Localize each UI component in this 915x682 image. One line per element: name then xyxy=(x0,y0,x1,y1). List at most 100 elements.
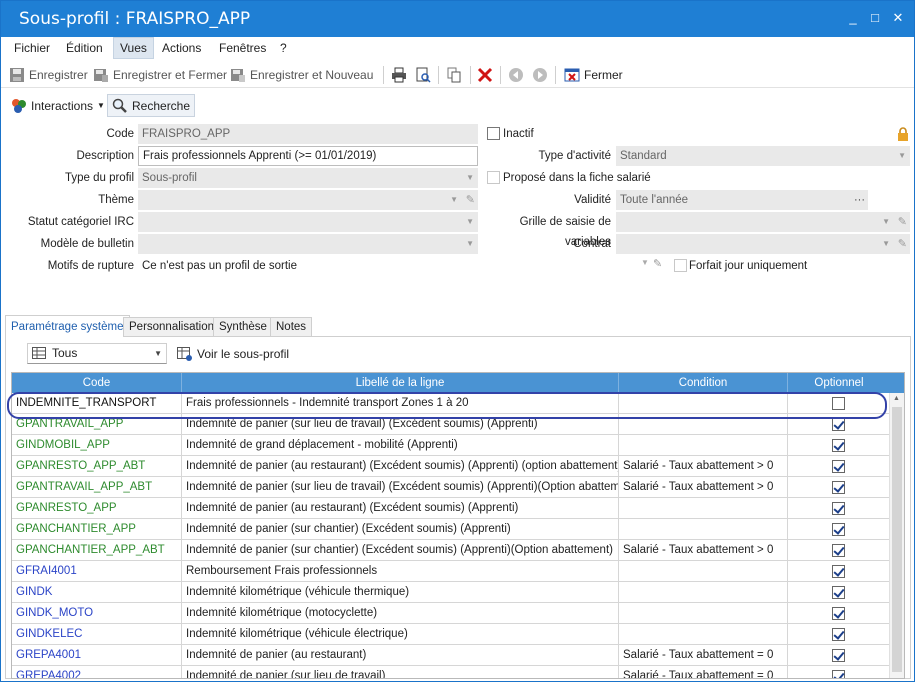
dropdown-arrow-icon[interactable]: ▼ xyxy=(641,258,649,267)
type-activite-select[interactable]: Standard ▼ xyxy=(616,146,910,166)
cell-condition[interactable]: Salarié - Taux abattement > 0 xyxy=(619,540,788,561)
interactions-button[interactable]: Interactions ▼ xyxy=(11,96,105,116)
cell-code[interactable]: GINDK_MOTO xyxy=(12,603,182,624)
menu-fichier[interactable]: Fichier xyxy=(8,37,56,59)
cell-libelle[interactable]: Indemnité de panier (au restaurant) xyxy=(182,645,619,666)
motifs-field[interactable]: Ce n'est pas un profil de sortie xyxy=(138,256,478,276)
forfait-checkbox[interactable] xyxy=(674,259,687,272)
column-header-libelle[interactable]: Libellé de la ligne xyxy=(182,373,619,393)
cell-condition[interactable] xyxy=(619,561,788,582)
save-new-button[interactable]: Enregistrer et Nouveau xyxy=(230,65,373,85)
statut-select[interactable]: ▼ xyxy=(138,212,478,232)
cell-condition[interactable] xyxy=(619,519,788,540)
cell-code[interactable]: GINDK xyxy=(12,582,182,603)
print-preview-button[interactable] xyxy=(415,65,431,85)
search-button[interactable]: Recherche xyxy=(107,94,196,117)
table-row[interactable]: GPANCHANTIER_APP_ABT Indemnité de panier … xyxy=(12,540,890,561)
cell-code[interactable]: GREPA4002 xyxy=(12,666,182,678)
cell-condition[interactable] xyxy=(619,582,788,603)
optionnel-checkbox[interactable] xyxy=(832,523,845,536)
cell-libelle[interactable]: Frais professionnels - Indemnité transpo… xyxy=(182,393,619,414)
theme-select[interactable]: ▼ ✎ xyxy=(138,190,478,210)
contrat-select[interactable]: ▼ ✎ xyxy=(616,234,910,254)
cell-libelle[interactable]: Indemnité de panier (au restaurant) (Exc… xyxy=(182,498,619,519)
table-row[interactable]: GREPA4001 Indemnité de panier (au restaur… xyxy=(12,645,890,666)
code-field[interactable]: FRAISPRO_APP xyxy=(138,124,478,144)
type-profil-select[interactable]: Sous-profil ▼ xyxy=(138,168,478,188)
minimize-button[interactable]: _ xyxy=(843,9,863,27)
maximize-button[interactable]: □ xyxy=(865,9,885,27)
cell-libelle[interactable]: Indemnité de panier (au restaurant) (Exc… xyxy=(182,456,619,477)
optionnel-checkbox[interactable] xyxy=(832,607,845,620)
copy-button[interactable] xyxy=(446,65,462,85)
column-header-code[interactable]: Code xyxy=(12,373,182,393)
column-header-optionnel[interactable]: Optionnel xyxy=(788,373,890,393)
modele-select[interactable]: ▼ xyxy=(138,234,478,254)
menu-help[interactable]: ? xyxy=(274,37,293,59)
cell-condition[interactable] xyxy=(619,624,788,645)
vertical-scrollbar[interactable]: ▲ xyxy=(889,393,904,678)
cell-libelle[interactable]: Indemnité de panier (sur lieu de travail… xyxy=(182,666,619,678)
cell-condition[interactable] xyxy=(619,603,788,624)
menu-actions[interactable]: Actions xyxy=(156,37,207,59)
scrollbar-thumb[interactable] xyxy=(892,407,902,672)
tab-personnalisation[interactable]: Personnalisation xyxy=(123,317,221,337)
cell-condition[interactable]: Salarié - Taux abattement > 0 xyxy=(619,456,788,477)
propose-checkbox[interactable] xyxy=(487,171,500,184)
optionnel-checkbox[interactable] xyxy=(832,397,845,410)
cell-code[interactable]: GINDMOBIL_APP xyxy=(12,435,182,456)
next-button[interactable] xyxy=(532,65,548,85)
optionnel-checkbox[interactable] xyxy=(832,586,845,599)
cell-code[interactable]: GPANRESTO_APP_ABT xyxy=(12,456,182,477)
optionnel-checkbox[interactable] xyxy=(832,481,845,494)
menu-fenetres[interactable]: Fenêtres xyxy=(213,37,272,59)
table-row[interactable]: GPANRESTO_APP_ABT Indemnité de panier (au… xyxy=(12,456,890,477)
table-row[interactable]: GREPA4002 Indemnité de panier (sur lieu d… xyxy=(12,666,890,678)
optionnel-checkbox[interactable] xyxy=(832,565,845,578)
table-row[interactable]: INDEMNITE_TRANSPORT Frais professionnels … xyxy=(12,393,890,414)
optionnel-checkbox[interactable] xyxy=(832,502,845,515)
cell-code[interactable]: INDEMNITE_TRANSPORT xyxy=(12,393,182,414)
table-row[interactable]: GINDMOBIL_APP Indemnité de grand déplacem… xyxy=(12,435,890,456)
cell-condition[interactable] xyxy=(619,414,788,435)
table-row[interactable]: GINDKELEC Indemnité kilométrique (véhicul… xyxy=(12,624,890,645)
table-row[interactable]: GPANCHANTIER_APP Indemnité de panier (sur… xyxy=(12,519,890,540)
delete-button[interactable] xyxy=(477,65,493,85)
table-row[interactable]: GPANTRAVAIL_APP_ABT Indemnité de panier (… xyxy=(12,477,890,498)
cell-libelle[interactable]: Indemnité kilométrique (motocyclette) xyxy=(182,603,619,624)
more-button[interactable]: ··· xyxy=(854,190,865,210)
menu-vues[interactable]: Vues xyxy=(113,37,154,59)
description-field[interactable]: Frais professionnels Apprenti (>= 01/01/… xyxy=(138,146,478,166)
cell-code[interactable]: GPANCHANTIER_APP_ABT xyxy=(12,540,182,561)
cell-libelle[interactable]: Indemnité de grand déplacement - mobilit… xyxy=(182,435,619,456)
cell-libelle[interactable]: Indemnité de panier (sur chantier) (Excé… xyxy=(182,519,619,540)
cell-condition[interactable]: Salarié - Taux abattement = 0 xyxy=(619,666,788,678)
cell-condition[interactable] xyxy=(619,498,788,519)
validite-field[interactable]: Toute l'année ··· xyxy=(616,190,868,210)
cell-condition[interactable] xyxy=(619,393,788,414)
cell-code[interactable]: GPANRESTO_APP xyxy=(12,498,182,519)
cell-condition[interactable] xyxy=(619,435,788,456)
print-button[interactable] xyxy=(391,65,407,85)
optionnel-checkbox[interactable] xyxy=(832,628,845,641)
filter-combo[interactable]: Tous ▼ xyxy=(27,343,167,364)
menu-edition[interactable]: Édition xyxy=(60,37,109,59)
close-window-button[interactable]: ✕ xyxy=(888,9,908,27)
optionnel-checkbox[interactable] xyxy=(832,439,845,452)
grille-select[interactable]: ▼ ✎ xyxy=(616,212,910,232)
cell-condition[interactable]: Salarié - Taux abattement > 0 xyxy=(619,477,788,498)
save-button[interactable]: Enregistrer xyxy=(9,65,88,85)
tab-notes[interactable]: Notes xyxy=(270,317,313,337)
optionnel-checkbox[interactable] xyxy=(832,649,845,662)
cell-condition[interactable]: Salarié - Taux abattement = 0 xyxy=(619,645,788,666)
cell-code[interactable]: GINDKELEC xyxy=(12,624,182,645)
cell-libelle[interactable]: Indemnité de panier (sur lieu de travail… xyxy=(182,477,619,498)
tab-parametrage-systeme[interactable]: Paramétrage système xyxy=(5,315,130,338)
cell-code[interactable]: GPANCHANTIER_APP xyxy=(12,519,182,540)
optionnel-checkbox[interactable] xyxy=(832,418,845,431)
previous-button[interactable] xyxy=(508,65,524,85)
cell-code[interactable]: GREPA4001 xyxy=(12,645,182,666)
save-close-button[interactable]: Enregistrer et Fermer xyxy=(93,65,227,85)
table-row[interactable]: GPANTRAVAIL_APP Indemnité de panier (sur … xyxy=(12,414,890,435)
optionnel-checkbox[interactable] xyxy=(832,460,845,473)
